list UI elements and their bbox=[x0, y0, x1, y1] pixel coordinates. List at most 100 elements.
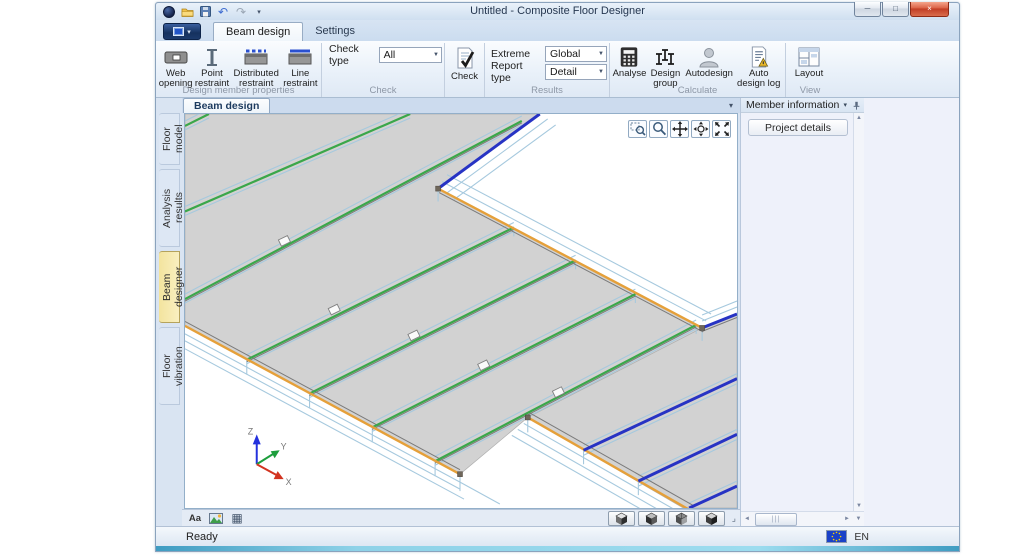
horizontal-scrollbar[interactable]: ◄ ||| ► ▼ bbox=[741, 511, 864, 526]
title-bar: ↶ ↷ ▾ Untitled - Composite Floor Designe… bbox=[156, 2, 959, 20]
ribbon-tab-row: ▾ Beam design Settings bbox=[156, 20, 959, 41]
design-group-icon bbox=[653, 45, 677, 68]
app-window: ↶ ↷ ▾ Untitled - Composite Floor Designe… bbox=[155, 2, 960, 552]
scroll-right-icon[interactable]: ► bbox=[841, 516, 853, 522]
scroll-down-icon[interactable]: ▼ bbox=[856, 503, 862, 509]
layout-button[interactable]: Layout bbox=[788, 44, 830, 79]
model-3d-scene: Z Y X bbox=[185, 114, 737, 508]
view-cube-transparent-button[interactable] bbox=[667, 510, 695, 526]
view-cube-buttons: ⌟ bbox=[607, 510, 736, 526]
chevron-down-icon: ▾ bbox=[187, 28, 191, 36]
axis-triad: Z Y X bbox=[248, 426, 292, 487]
viewport-3d[interactable]: Z Y X bbox=[184, 113, 738, 509]
panel-header: Member information ▾ bbox=[741, 98, 864, 113]
member-information-panel: Member information ▾ Project details ▲ ▼… bbox=[740, 98, 864, 526]
log-document-icon bbox=[747, 45, 771, 68]
extreme-combobox[interactable]: Global ▼ bbox=[545, 45, 607, 62]
pin-icon[interactable] bbox=[852, 100, 861, 111]
minimize-button[interactable]: ─ bbox=[854, 2, 881, 17]
chevron-down-icon: ▼ bbox=[433, 51, 439, 58]
group-design-member-properties: Web opening Point restraint Distributed … bbox=[156, 43, 322, 97]
window-bottom-edge bbox=[156, 546, 959, 551]
tab-list-icon[interactable]: ▾ bbox=[729, 101, 733, 110]
pan-icon[interactable] bbox=[670, 120, 689, 138]
distributed-restraint-icon bbox=[244, 45, 268, 68]
chevron-down-icon: ▼ bbox=[598, 50, 604, 57]
scroll-left-icon[interactable]: ◄ bbox=[741, 516, 753, 522]
application-menu-button[interactable]: ▾ bbox=[163, 23, 201, 40]
window-title: Untitled - Composite Floor Designer bbox=[470, 5, 645, 17]
tab-beam-design[interactable]: Beam design bbox=[213, 22, 304, 41]
zoom-extents-icon[interactable] bbox=[712, 120, 731, 138]
document-tab-beam-design[interactable]: Beam design bbox=[183, 98, 271, 113]
scroll-up-icon[interactable]: ▲ bbox=[856, 115, 862, 121]
document-area: Beam design ▾ Z Y X Aa ▦ ⌟ bbox=[182, 98, 740, 526]
language-code: EN bbox=[854, 530, 869, 543]
tab-settings[interactable]: Settings bbox=[303, 22, 367, 41]
group-label: Check bbox=[369, 85, 397, 96]
viewport-resize-icon[interactable]: ⌟ bbox=[732, 513, 736, 524]
point-restraint-button[interactable]: Point restraint bbox=[193, 44, 230, 89]
sidebar-tab-analysis-results[interactable]: Analysis results bbox=[158, 169, 185, 247]
group-calculate: Analyse Design group Autodesign Auto des… bbox=[610, 43, 786, 97]
application-icon bbox=[173, 27, 185, 36]
autodesign-button[interactable]: Autodesign bbox=[684, 44, 735, 79]
scrollbar-thumb[interactable]: ||| bbox=[755, 512, 797, 526]
group-label: Design member properties bbox=[182, 85, 295, 96]
orbit-icon[interactable] bbox=[691, 120, 710, 138]
check-icon bbox=[453, 45, 477, 71]
report-type-combobox[interactable]: Detail ▼ bbox=[545, 63, 607, 80]
view-cube-wireframe-button[interactable] bbox=[697, 510, 725, 526]
check-type-label: Check type bbox=[329, 42, 359, 67]
main-area: Floor model Analysis results Beam design… bbox=[156, 98, 959, 526]
image-button[interactable] bbox=[207, 511, 225, 525]
scrollbar-track[interactable]: ||| bbox=[753, 512, 841, 526]
dock-empty-area bbox=[864, 98, 959, 526]
layout-grid-icon bbox=[797, 45, 821, 68]
maximize-button[interactable]: □ bbox=[882, 2, 909, 17]
zoom-icon[interactable] bbox=[649, 120, 668, 138]
close-button[interactable]: × bbox=[910, 2, 949, 17]
group-label: Results bbox=[531, 85, 563, 96]
analyse-button[interactable]: Analyse bbox=[612, 44, 647, 79]
eu-flag-icon bbox=[826, 530, 848, 543]
group-view: Layout View bbox=[786, 43, 834, 97]
panel-title: Member information bbox=[746, 99, 840, 111]
calculator-icon bbox=[618, 45, 640, 68]
sidebar-tab-floor-vibration[interactable]: Floor vibration bbox=[158, 327, 185, 405]
ribbon: Web opening Point restraint Distributed … bbox=[156, 41, 959, 98]
grid-button[interactable]: ▦ bbox=[228, 511, 246, 525]
text-style-button[interactable]: Aa bbox=[186, 511, 204, 525]
distributed-restraint-button[interactable]: Distributed restraint bbox=[231, 44, 282, 89]
axis-label-y: Y bbox=[281, 441, 287, 451]
person-icon bbox=[697, 45, 721, 68]
view-cube-shaded-button[interactable] bbox=[607, 510, 635, 526]
sidebar-tab-beam-designer[interactable]: Beam designer bbox=[158, 251, 185, 323]
web-opening-icon bbox=[164, 45, 188, 68]
group-results: Extreme Global ▼ Report type Detail ▼ Re… bbox=[485, 43, 610, 97]
check-button[interactable]: Check bbox=[447, 44, 482, 82]
left-tab-strip: Floor model Analysis results Beam design… bbox=[156, 98, 185, 526]
view-cube-hidden-line-button[interactable] bbox=[637, 510, 665, 526]
viewport-toolbar bbox=[628, 120, 731, 138]
language-selector[interactable]: EN bbox=[826, 530, 869, 543]
window-controls: ─ □ × bbox=[853, 2, 949, 17]
project-details-button[interactable]: Project details bbox=[748, 119, 848, 136]
group-label: Calculate bbox=[677, 85, 718, 96]
panel-menu-icon[interactable]: ▾ bbox=[843, 101, 847, 109]
sidebar-tab-floor-model[interactable]: Floor model bbox=[158, 113, 185, 165]
auto-design-log-button[interactable]: Auto design log bbox=[734, 44, 783, 89]
group-check-action: Check bbox=[445, 43, 485, 97]
design-group-button[interactable]: Design group bbox=[647, 44, 684, 89]
zoom-window-icon[interactable] bbox=[628, 120, 647, 138]
check-type-combobox[interactable]: All ▼ bbox=[378, 46, 442, 63]
scrollbar-corner: ▼ bbox=[855, 516, 862, 522]
web-opening-button[interactable]: Web opening bbox=[158, 44, 193, 89]
status-text: Ready bbox=[186, 530, 218, 543]
line-restraint-icon bbox=[288, 45, 312, 68]
document-tab-bar: Beam design ▾ bbox=[182, 98, 740, 113]
point-restraint-icon bbox=[200, 45, 224, 68]
vertical-scrollbar[interactable]: ▲ ▼ bbox=[853, 113, 864, 511]
panel-content: Project details bbox=[741, 113, 853, 511]
line-restraint-button[interactable]: Line restraint bbox=[282, 44, 319, 89]
